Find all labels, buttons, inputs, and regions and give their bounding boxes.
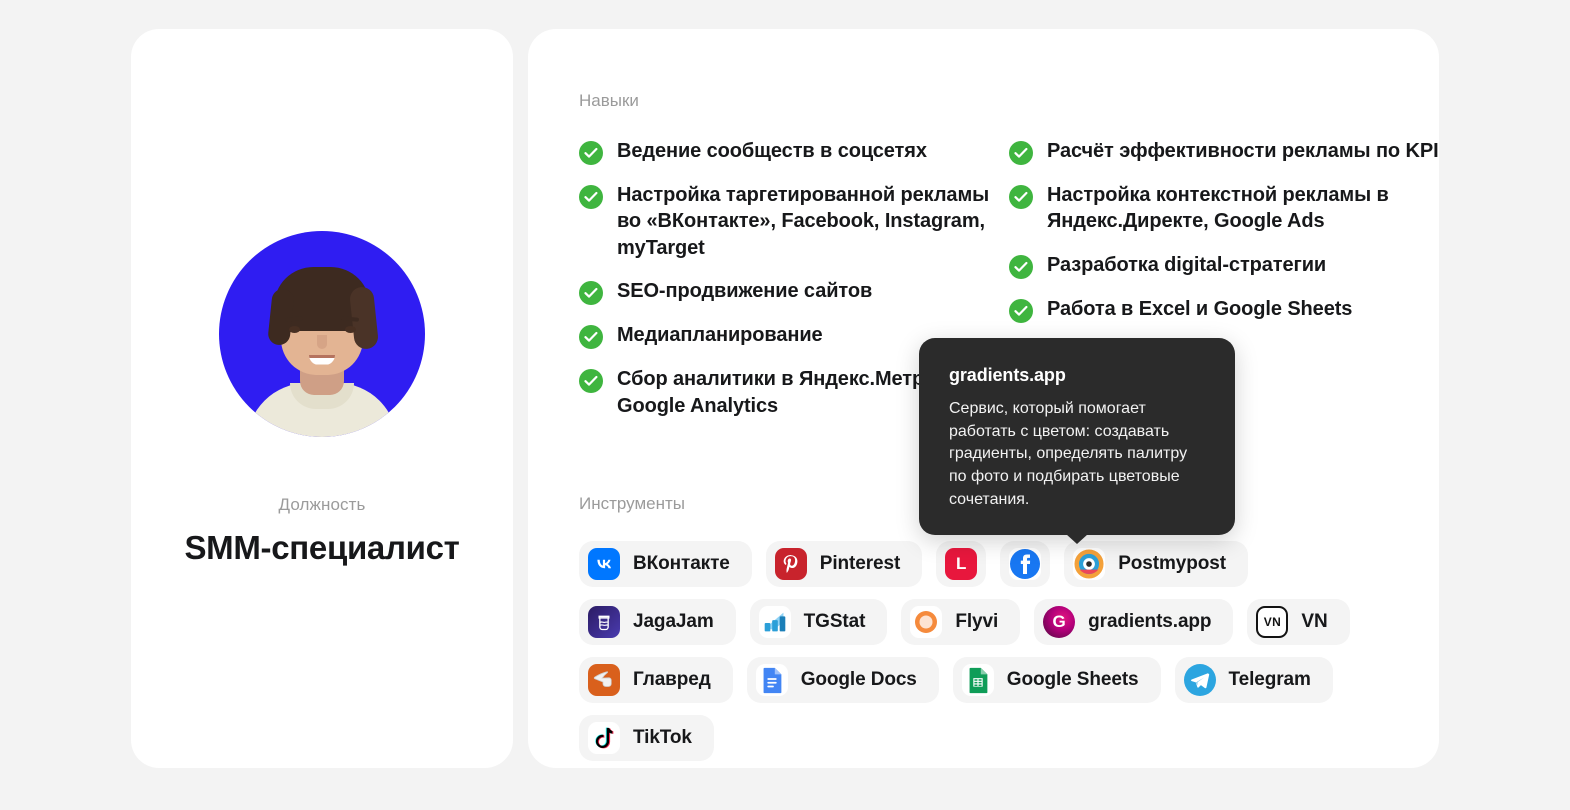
tool-chip-label: TGStat — [803, 610, 866, 632]
job-title: SMM-специалист — [184, 528, 460, 566]
tiktok-icon — [588, 721, 620, 754]
avatar-brow-left — [284, 315, 304, 322]
skill-item: Разработка digital-стратегии — [1009, 252, 1439, 279]
tool-chip[interactable]: Google Docs — [746, 656, 939, 703]
tgstat-icon — [758, 605, 791, 638]
tool-chip-label: Telegram — [1228, 668, 1311, 690]
tool-chip-label: Google Sheets — [1006, 668, 1139, 690]
check-icon — [1009, 185, 1033, 209]
page-root: Должность SMM-специалист Навыки Ведение … — [0, 0, 1570, 810]
jagajam-icon — [588, 605, 620, 638]
skill-item: Настройка контекстной рекламы в Яндекс.Д… — [1009, 182, 1439, 235]
skill-item: Расчёт эффективности рекламы по KPI — [1009, 138, 1439, 165]
tool-chip[interactable]: Postmypost — [1064, 540, 1248, 587]
tool-chip[interactable]: Ggradients.app — [1034, 598, 1234, 645]
skill-label: Расчёт эффективности рекламы по KPI — [1047, 140, 1439, 162]
avatar-eye-left — [289, 325, 300, 333]
tool-chip[interactable]: TikTok — [579, 714, 714, 761]
tool-chip[interactable]: L — [936, 540, 987, 587]
pinterest-icon — [774, 547, 807, 580]
tool-chip[interactable]: TGStat — [749, 598, 888, 645]
tooltip-title: gradients.app — [949, 365, 1066, 385]
tool-chip-label: gradients.app — [1088, 610, 1212, 632]
check-icon — [1009, 141, 1033, 165]
check-icon — [1009, 298, 1033, 323]
job-label: Должность — [278, 494, 366, 514]
check-icon — [1009, 254, 1033, 279]
skill-label: Ведение сообществ в соцсетях — [617, 140, 927, 162]
tool-chip[interactable]: VN VN — [1247, 598, 1350, 645]
tool-chip-label: JagaJam — [633, 610, 714, 632]
facebook-icon — [1009, 547, 1042, 580]
tool-chip[interactable]: Google Sheets — [952, 656, 1161, 703]
skill-item: SEO-продвижение сайтов — [579, 278, 1009, 306]
avatar-nose — [317, 334, 327, 349]
google-docs-icon — [755, 663, 788, 696]
skill-label: Медиапланирование — [617, 324, 823, 347]
profile-card: Должность SMM-специалист — [131, 29, 513, 768]
tool-chip-label: TikTok — [633, 726, 692, 748]
telegram-icon — [1183, 663, 1216, 696]
vk-icon — [588, 547, 620, 580]
tool-chip[interactable]: Telegram — [1174, 656, 1333, 703]
tool-chip[interactable]: Главред — [579, 656, 733, 703]
gradients-icon: G — [1043, 605, 1076, 638]
avatar-eye-right — [345, 325, 356, 333]
tool-chip[interactable]: Pinterest — [765, 540, 923, 587]
red-app-icon: L — [945, 547, 978, 580]
skill-label: Настройка таргетированной рекламы во «ВК… — [617, 184, 990, 259]
skill-item: Ведение сообществ в соцсетях — [579, 138, 1009, 165]
skill-label: Работа в Excel и Google Sheets — [1047, 297, 1353, 320]
tooltip-body: Сервис, который помогает работать с цвет… — [949, 400, 1188, 508]
check-icon — [579, 185, 603, 209]
tool-chip-label: Главред — [633, 668, 711, 690]
check-icon — [579, 369, 603, 394]
tooltip-gradients-app: gradients.app Сервис, который помогает р… — [919, 338, 1235, 535]
skill-label: Разработка digital-стратегии — [1047, 253, 1327, 276]
tool-chip-label: VN — [1301, 610, 1328, 632]
skill-label: SEO-продвижение сайтов — [617, 280, 873, 303]
check-icon — [579, 325, 603, 350]
tool-chip[interactable]: ВКонтакте — [579, 540, 752, 587]
tool-chip-list: ВКонтакте Pinterest L Postmypost JagaJam TGSt… — [579, 540, 1399, 761]
tool-chip-label: Pinterest — [819, 552, 901, 574]
google-sheets-icon — [961, 663, 994, 696]
tool-chip-label: Postmypost — [1118, 552, 1226, 574]
tool-chip-label: ВКонтакте — [633, 552, 730, 574]
avatar — [219, 230, 425, 437]
skill-item: Настройка таргетированной рекламы во «ВК… — [579, 182, 1009, 261]
check-icon — [579, 281, 603, 306]
tool-chip[interactable]: Flyvi — [901, 598, 1021, 645]
tool-chip-label: Google Docs — [800, 668, 917, 690]
skills-section-label: Навыки — [579, 91, 639, 110]
tool-chip-label: Flyvi — [955, 610, 999, 632]
skill-label: Настройка контекстной рекламы в Яндекс.Д… — [1047, 184, 1389, 233]
skill-item: Работа в Excel и Google Sheets — [1009, 296, 1439, 323]
flyvi-icon — [910, 605, 943, 638]
tool-chip[interactable]: JagaJam — [579, 598, 736, 645]
glavred-icon — [588, 663, 620, 696]
check-icon — [579, 141, 603, 165]
tool-chip[interactable] — [1000, 540, 1051, 587]
postmypost-icon — [1073, 547, 1106, 580]
vn-icon: VN — [1256, 605, 1289, 638]
